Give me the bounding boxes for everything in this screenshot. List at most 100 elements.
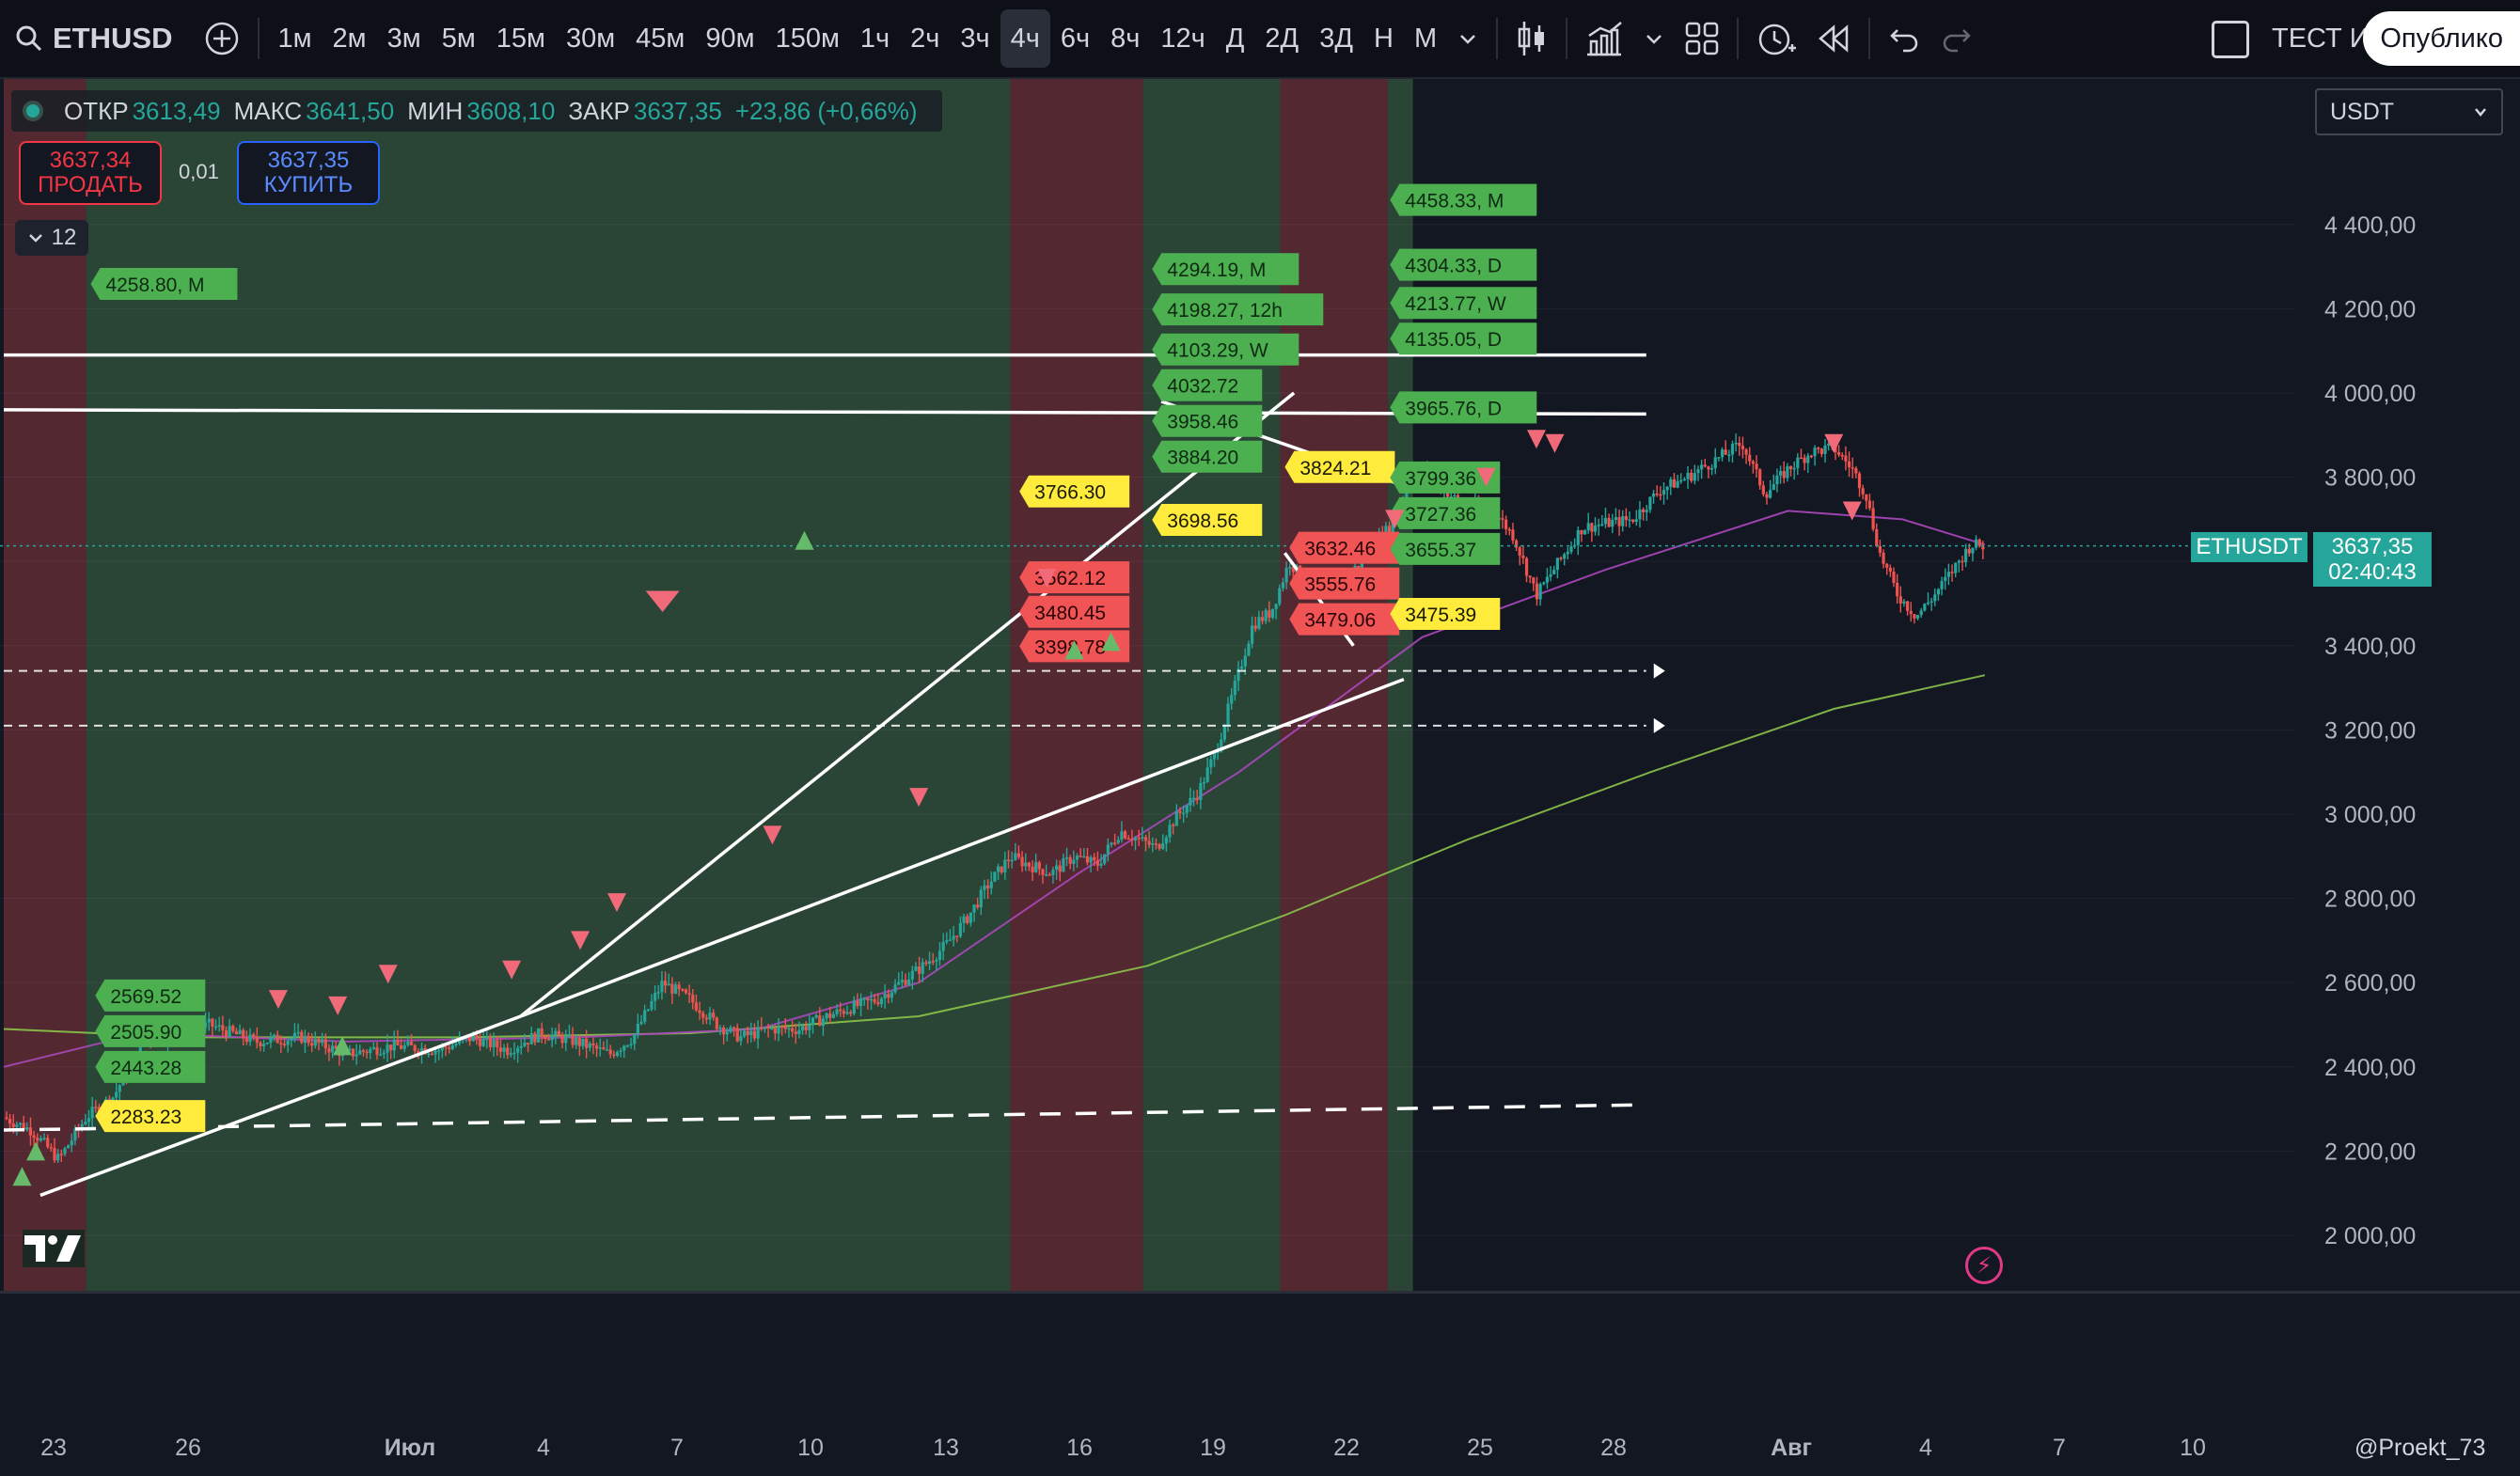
interval-button[interactable]: 6ч [1050,9,1100,68]
indicators-button[interactable] [1575,9,1633,68]
interval-button[interactable]: 5м [432,9,486,68]
symbol-search-button[interactable]: ETHUSD [0,9,182,68]
candle-body [866,997,870,1000]
lightning-icon[interactable]: ⚡ [1965,1247,2003,1284]
replay-button[interactable] [1806,9,1861,68]
sell-button[interactable]: 3637,34 ПРОДАТЬ [19,141,162,205]
candle-body [28,1127,33,1136]
candle-body [18,1123,23,1125]
interval-button[interactable]: 30м [556,9,625,68]
candle-body [1727,454,1731,456]
level-label[interactable]: 3632.46 [1289,531,1400,564]
candle-body [770,1028,774,1030]
indicators-collapse-button[interactable]: 12 [15,220,88,256]
level-label[interactable]: 3884.20 [1152,440,1263,473]
level-label[interactable]: 3562.12 [1019,561,1130,594]
undo-button[interactable] [1878,9,1930,68]
level-label[interactable]: 3698.56 [1152,504,1263,537]
fullscreen-checkbox-icon[interactable] [2212,21,2249,58]
level-label[interactable]: 4213.77, W [1390,287,1537,320]
interval-button[interactable]: М [1404,9,1447,68]
candle-body [1713,457,1717,468]
interval-button[interactable]: 3м [377,9,432,68]
level-label[interactable]: 4304.33, D [1390,248,1537,281]
level-label[interactable]: 3475.39 [1390,598,1501,631]
interval-button[interactable]: 15м [486,9,556,68]
level-label[interactable]: 4032.72 [1152,369,1263,401]
interval-button[interactable]: 45м [625,9,695,68]
tradingview-logo-icon[interactable] [23,1230,85,1267]
interval-button[interactable]: 1м [267,9,322,68]
candle-body [1253,625,1257,629]
level-label[interactable]: 4294.19, M [1152,253,1299,286]
candle-body [1202,781,1206,784]
indicators-dropdown[interactable] [1633,9,1675,68]
test-menu-label[interactable]: ТЕСТ И [2272,11,2370,66]
candle-body [327,1048,331,1053]
candle-body [629,1044,633,1045]
price-axis-label: 3 000,00 [2324,802,2416,828]
candle-body [842,1011,845,1014]
interval-button[interactable]: 8ч [1100,9,1150,68]
candle-body [725,1031,729,1035]
level-label[interactable]: 3655.37 [1390,532,1501,565]
level-label[interactable]: 4198.27, 12h [1152,293,1324,326]
interval-button[interactable]: 90м [695,9,764,68]
level-label[interactable]: 2443.28 [95,1050,206,1083]
level-label[interactable]: 3479.06 [1289,603,1400,636]
candle-body [1532,577,1536,584]
redo-button[interactable] [1930,9,1983,68]
level-label[interactable]: 4103.29, W [1152,333,1299,366]
candle-body [1631,519,1635,522]
layouts-button[interactable] [1675,9,1729,68]
level-label[interactable]: 3727.36 [1390,496,1501,529]
time-axis[interactable]: 23 26 Июл 4 7 10 13 16 19 22 25 28 Авг 4 7 10 [0,1420,2313,1476]
interval-dropdown-button[interactable] [1447,9,1488,68]
level-label[interactable]: 4458.33, M [1390,183,1537,216]
buy-price: 3637,35 [267,148,350,173]
interval-button[interactable]: 1ч [850,9,900,68]
interval-button[interactable]: 2ч [900,9,950,68]
price-chart[interactable]: 2 000,00 2 200,00 2 400,00 2 600,00 2 800,00… [0,79,2520,1420]
candle-body [712,1013,716,1018]
chart-type-button[interactable] [1505,9,1558,68]
interval-button[interactable]: Д [1216,9,1255,68]
alert-button[interactable] [1746,9,1806,68]
buy-button[interactable]: 3637,35 КУПИТЬ [237,141,380,205]
level-label[interactable]: 2283.23 [95,1100,206,1133]
last-price-tag: ETHUSDT 3637,35 02:40:43 [2191,532,2432,587]
level-label[interactable]: 3965.76, D [1390,391,1537,424]
level-label-text: 3632.46 [1304,539,1376,560]
candle-body [1191,797,1196,800]
level-label[interactable]: 3958.46 [1152,404,1263,437]
time-axis-label: Июл [385,1435,436,1461]
level-label[interactable]: 4258.80, M [90,268,238,301]
interval-button[interactable]: 4ч [1000,9,1050,68]
interval-button[interactable]: 12ч [1150,9,1215,68]
interval-button[interactable]: 2м [323,9,377,68]
level-label[interactable]: 3480.45 [1019,595,1130,628]
interval-button[interactable]: Н [1363,9,1404,68]
level-label[interactable]: 3766.30 [1019,475,1130,508]
publish-button[interactable]: Опублико [2363,11,2520,66]
level-label[interactable]: 4135.05, D [1390,322,1537,355]
level-label[interactable]: 2505.90 [95,1014,206,1047]
candle-body [1751,461,1755,464]
candle-body [811,1017,815,1026]
compare-symbol-button[interactable] [194,9,250,68]
candle-body [1782,470,1786,479]
candle-body [1957,560,1961,563]
interval-button[interactable]: 2Д [1254,9,1309,68]
candle-body [663,981,668,986]
candle-body [701,1013,705,1018]
level-label[interactable]: 3555.76 [1289,567,1400,600]
candle-body [1524,557,1529,576]
candle-body [1823,446,1827,454]
level-label[interactable]: 2569.52 [95,979,206,1012]
interval-button[interactable]: 150м [765,9,850,68]
interval-button[interactable]: 3ч [950,9,1000,68]
level-label[interactable]: 3824.21 [1284,450,1395,483]
interval-button[interactable]: 3Д [1309,9,1363,68]
currency-select[interactable]: USDT [2315,88,2503,135]
time-axis-label: 25 [1467,1435,1493,1461]
